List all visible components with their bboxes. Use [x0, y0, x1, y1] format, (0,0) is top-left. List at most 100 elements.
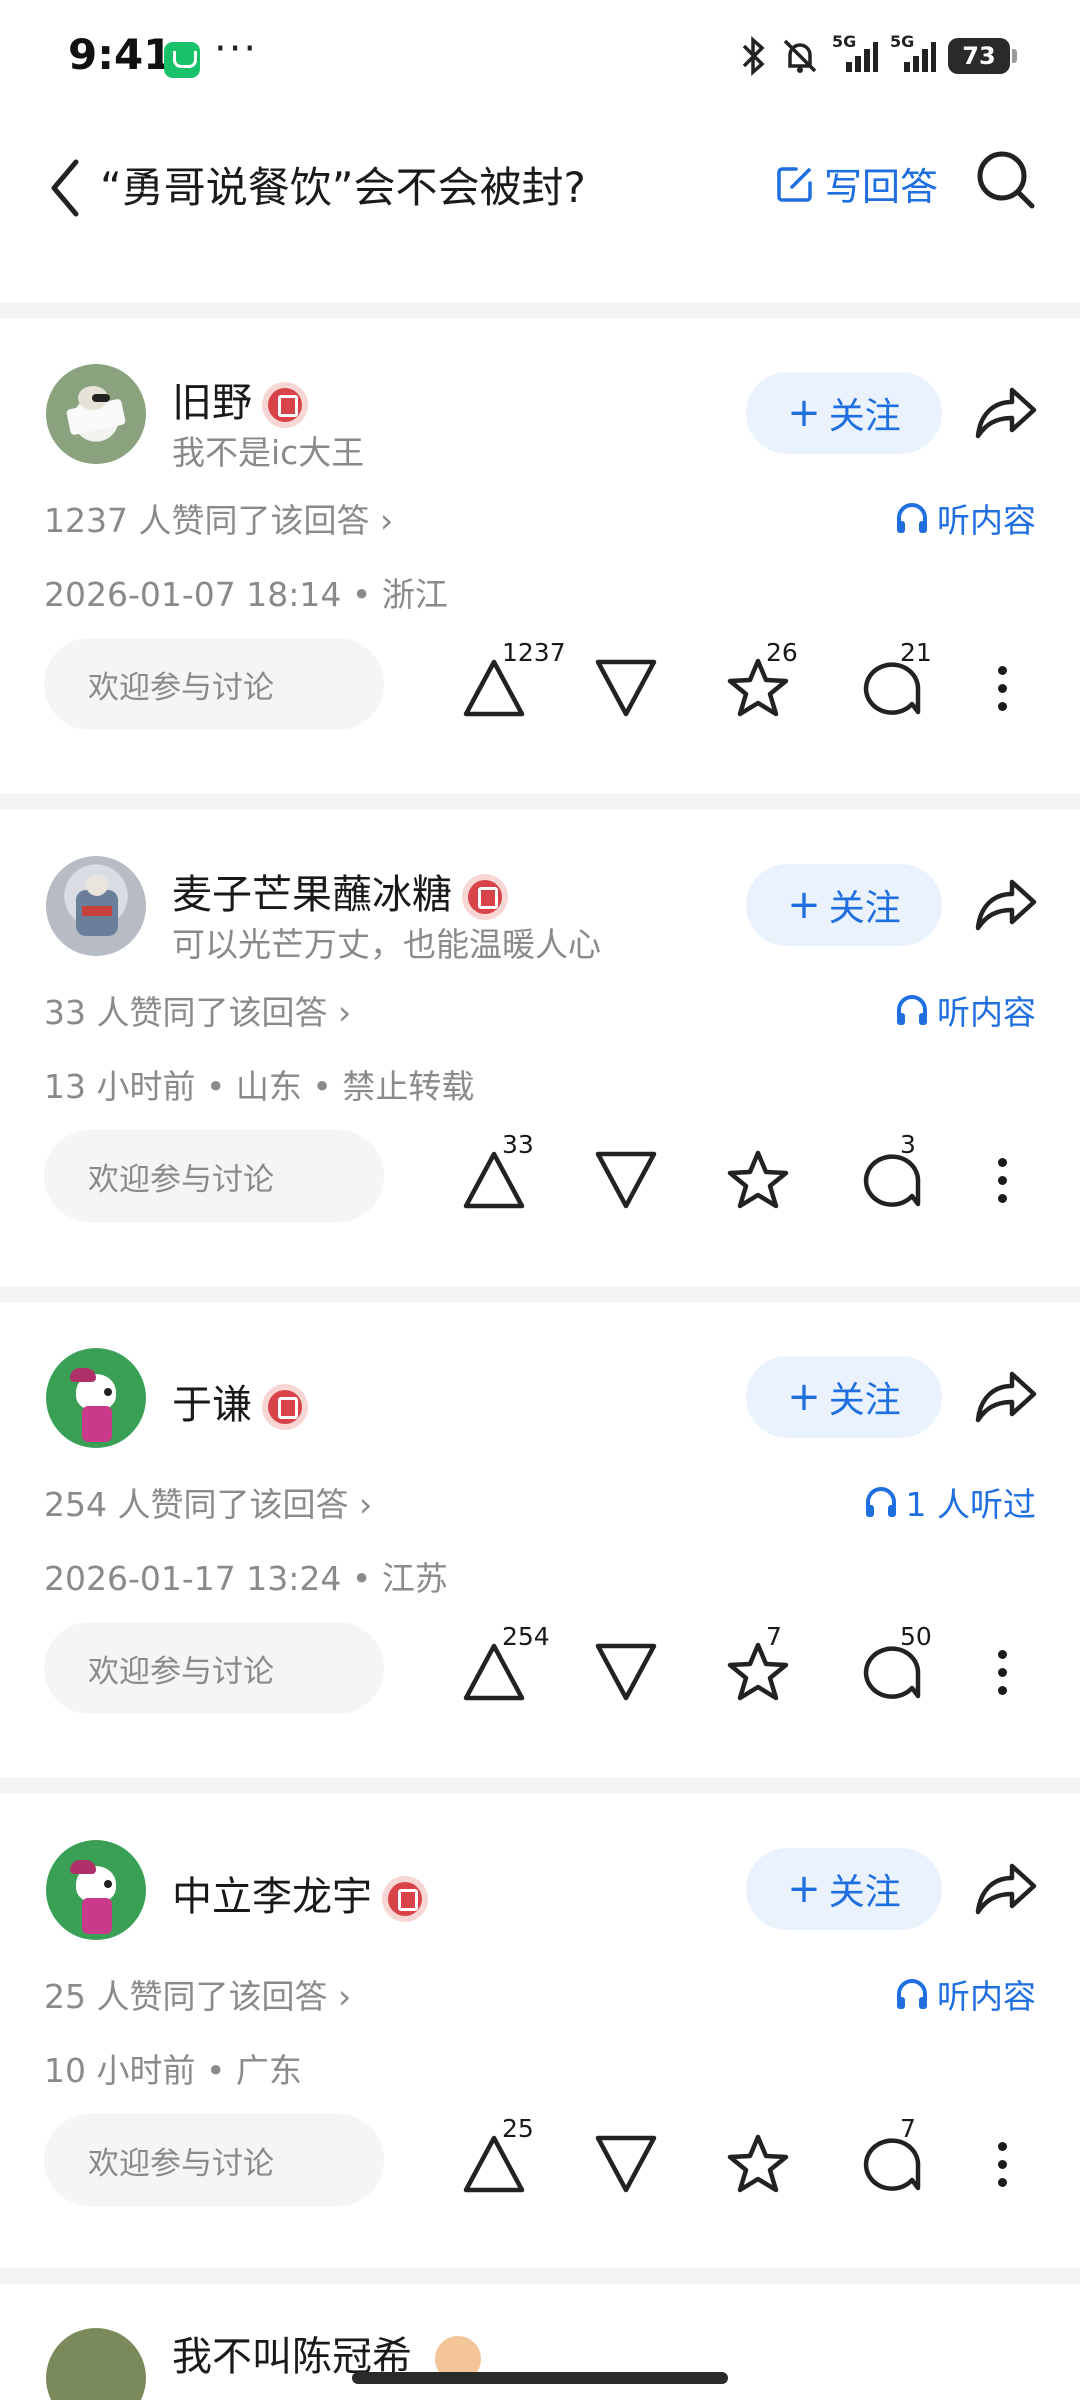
downvote-button[interactable] [580, 650, 670, 726]
upvote-count: 1237 [502, 638, 566, 667]
listen-button[interactable]: 听内容 [895, 1970, 1036, 2018]
answer-card: 中立李龙宇 + 关注 25 人赞同了该回答 › 听内容 10 小时前 • 广东 欢… [0, 1794, 1080, 2270]
thumbs-up-badge-icon [382, 1876, 428, 1922]
author-name-text: 麦子芒果蘸冰糖 [172, 872, 452, 918]
author-name[interactable]: 于谦 [172, 1372, 308, 1430]
triangle-down-icon [595, 1151, 657, 1209]
answer-meta: 13 小时前 • 山东 • 禁止转载 [44, 1067, 475, 1106]
follow-button[interactable]: + 关注 [746, 1848, 942, 1930]
listen-button[interactable]: 听内容 [895, 494, 1036, 542]
more-options-icon[interactable] [990, 652, 1014, 724]
listen-button[interactable]: 1 人听过 [864, 1478, 1036, 1526]
favorite-button[interactable] [712, 1142, 802, 1218]
section-divider [0, 1286, 1080, 1302]
signal-5g-icon: 5G [832, 32, 878, 76]
author-name[interactable]: 麦子芒果蘸冰糖 [172, 862, 508, 920]
triangle-down-icon [595, 2135, 657, 2193]
status-bar: 9:41 ··· 5G 5G 73 [0, 0, 1080, 118]
upvote-button[interactable]: 33 [448, 1130, 538, 1218]
discuss-input[interactable]: 欢迎参与讨论 [44, 1622, 384, 1714]
agree-count-link[interactable]: 33 人赞同了该回答 › [44, 986, 351, 1034]
favorite-button[interactable]: 26 [712, 638, 802, 726]
agree-count-link[interactable]: 254 人赞同了该回答 › [44, 1478, 372, 1526]
downvote-button[interactable] [580, 2126, 670, 2202]
avatar[interactable] [46, 856, 146, 956]
comment-bubble-icon [863, 1646, 921, 1699]
comment-bubble-icon [863, 662, 921, 715]
plus-icon: + [787, 1866, 821, 1912]
bluetooth-icon [742, 36, 765, 76]
avatar[interactable] [46, 1348, 146, 1448]
follow-button[interactable]: + 关注 [746, 864, 942, 946]
comment-button[interactable]: 3 [846, 1130, 936, 1218]
avatar[interactable] [46, 2328, 146, 2400]
follow-label: 关注 [828, 396, 901, 437]
star-icon [727, 1642, 789, 1701]
more-options-icon[interactable] [990, 1144, 1014, 1216]
more-options-icon[interactable] [990, 2128, 1014, 2200]
listen-label: 听内容 [937, 1977, 1036, 2016]
signal-5g-icon-2: 5G [890, 32, 936, 76]
comment-count: 3 [900, 1130, 916, 1159]
battery-indicator: 73 [948, 38, 1017, 74]
agree-count-link[interactable]: 1237 人赞同了该回答 › [44, 494, 393, 542]
avatar[interactable] [46, 1840, 146, 1940]
discuss-input[interactable]: 欢迎参与讨论 [44, 638, 384, 730]
author-name[interactable]: 中立李龙宇 [172, 1864, 428, 1922]
share-icon[interactable] [974, 876, 1038, 932]
share-icon[interactable] [974, 1368, 1038, 1424]
thumbs-up-badge-icon [262, 382, 308, 428]
triangle-down-icon [595, 1643, 657, 1701]
share-icon[interactable] [974, 1860, 1038, 1916]
share-icon[interactable] [974, 384, 1038, 440]
edit-icon [777, 166, 812, 202]
favorite-button[interactable]: 7 [712, 1622, 802, 1710]
avatar[interactable] [46, 364, 146, 464]
headphones-icon [865, 1487, 896, 1517]
listen-button[interactable]: 听内容 [895, 986, 1036, 1034]
follow-button[interactable]: + 关注 [746, 1356, 942, 1438]
favorite-count: 26 [766, 638, 798, 667]
write-answer-label: 写回答 [824, 165, 939, 209]
upvote-button[interactable]: 254 [448, 1622, 550, 1710]
comment-bubble-icon [863, 2138, 921, 2191]
triangle-up-icon [463, 659, 525, 717]
chevron-left-icon [51, 159, 79, 217]
write-answer-button[interactable]: 写回答 [776, 156, 938, 211]
agree-count-link[interactable]: 25 人赞同了该回答 › [44, 1970, 351, 2018]
answer-card: 旧野 我不是ic大王 + 关注 1237 人赞同了该回答 › 听内容 2026-0… [0, 318, 1080, 794]
comment-button[interactable]: 21 [846, 638, 936, 726]
downvote-button[interactable] [580, 1142, 670, 1218]
discuss-input[interactable]: 欢迎参与讨论 [44, 1130, 384, 1222]
app-notification-icon [164, 42, 200, 78]
plus-icon: + [787, 1374, 821, 1420]
section-divider [0, 302, 1080, 318]
home-indicator[interactable] [352, 2372, 728, 2384]
upvote-button[interactable]: 1237 [448, 638, 566, 726]
question-title[interactable]: “勇哥说餐饮”会不会被封? [100, 154, 586, 215]
favorite-button[interactable] [712, 2126, 802, 2202]
upvote-button[interactable]: 25 [448, 2114, 538, 2202]
follow-button[interactable]: + 关注 [746, 372, 942, 454]
plus-icon: + [787, 882, 821, 928]
follow-label: 关注 [828, 888, 901, 929]
triangle-down-icon [595, 659, 657, 717]
comment-button[interactable]: 50 [846, 1622, 936, 1710]
back-button[interactable] [40, 148, 90, 228]
answer-card: 麦子芒果蘸冰糖 可以光芒万丈，也能温暖人心 + 关注 33 人赞同了该回答 › 听… [0, 810, 1080, 1286]
comment-button[interactable]: 7 [846, 2114, 936, 2202]
search-icon[interactable] [974, 148, 1038, 212]
comment-bubble-icon [863, 1154, 921, 1207]
section-divider [0, 1778, 1080, 1794]
listen-label: 听内容 [937, 501, 1036, 540]
favorite-count: 7 [766, 1622, 782, 1651]
more-options-icon[interactable] [990, 1636, 1014, 1708]
author-name[interactable]: 旧野 [172, 370, 308, 428]
comment-count: 50 [900, 1622, 932, 1651]
plus-icon: + [787, 390, 821, 436]
discuss-input[interactable]: 欢迎参与讨论 [44, 2114, 384, 2206]
star-icon [727, 1150, 789, 1209]
listen-label: 听内容 [937, 993, 1036, 1032]
follow-label: 关注 [828, 1380, 901, 1421]
downvote-button[interactable] [580, 1634, 670, 1710]
